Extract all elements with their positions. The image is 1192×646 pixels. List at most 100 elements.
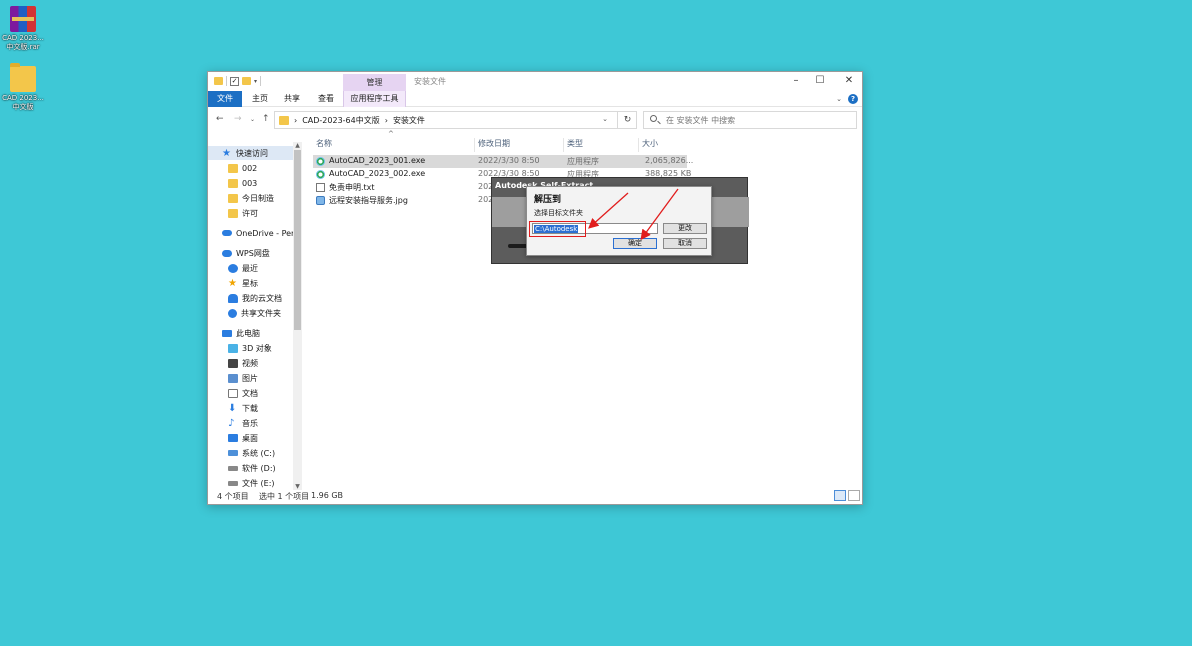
sidebar-item-label: OneDrive - Pers bbox=[236, 228, 299, 238]
refresh-icon[interactable]: ↻ bbox=[617, 111, 637, 129]
download-icon: ⬇ bbox=[228, 402, 237, 414]
shared-folder-icon bbox=[228, 308, 237, 318]
sidebar-item[interactable]: 文档 bbox=[208, 386, 293, 400]
column-header-name[interactable]: 名称 bbox=[316, 138, 332, 152]
up-arrow-icon[interactable]: ↑ bbox=[262, 114, 270, 124]
search-box[interactable] bbox=[643, 111, 857, 129]
scrollbar-thumb[interactable] bbox=[294, 150, 301, 330]
sidebar-item[interactable]: 共享文件夹 bbox=[208, 306, 293, 320]
this-pc-icon bbox=[222, 329, 232, 337]
sort-caret-icon: ^ bbox=[388, 130, 394, 138]
tab-share[interactable]: 共享 bbox=[278, 91, 306, 107]
help-icon[interactable]: ? bbox=[848, 94, 858, 104]
tab-file[interactable]: 文件 bbox=[208, 91, 242, 107]
file-name: AutoCAD_2023_002.exe bbox=[329, 169, 426, 178]
folder-icon bbox=[10, 63, 36, 92]
sidebar-item-label: 快速访问 bbox=[236, 148, 268, 158]
scroll-up-icon[interactable]: ▲ bbox=[293, 142, 302, 149]
sidebar-item[interactable]: 003 bbox=[208, 176, 293, 190]
maximize-button[interactable]: ☐ bbox=[806, 74, 834, 88]
tab-view[interactable]: 查看 bbox=[312, 91, 340, 107]
sidebar-item[interactable]: ★ 快速访问 bbox=[208, 146, 293, 160]
winrar-archive-icon bbox=[10, 6, 36, 32]
sidebar-item-label: 3D 对象 bbox=[242, 343, 272, 353]
sidebar-item[interactable]: WPS网盘 bbox=[208, 246, 293, 260]
navigation-pane: ★ 快速访问 002 003 今日制造 许可 OneDrive - Pers WPS网盘 最近 ★… bbox=[208, 142, 302, 490]
folder-icon bbox=[214, 77, 223, 85]
sidebar-item[interactable]: ★ 星标 bbox=[208, 276, 293, 290]
cancel-button[interactable]: 取消 bbox=[663, 238, 707, 249]
explorer-window: ✓ ▾ 管理 安装文件 – ☐ ✕ 文件 主页 共享 查看 应用程序工具 ⌄ ?… bbox=[207, 71, 863, 505]
desktop-icon-label: CAD 2023... bbox=[2, 94, 44, 102]
nav-scrollbar[interactable]: ▲ ▼ bbox=[293, 142, 302, 490]
sidebar-item[interactable]: 桌面 bbox=[208, 431, 293, 445]
details-view-icon[interactable] bbox=[834, 490, 846, 501]
tab-application-tools[interactable]: 应用程序工具 bbox=[343, 91, 406, 107]
customize-qat-icon[interactable]: ▾ bbox=[254, 78, 257, 85]
drive-c-icon bbox=[228, 450, 238, 456]
search-input[interactable] bbox=[666, 114, 851, 126]
file-row[interactable]: AutoCAD_2023_001.exe 2022/3/30 8:50 应用程序 2,… bbox=[313, 155, 693, 168]
properties-icon[interactable]: ✓ bbox=[230, 76, 239, 86]
sidebar-item-label: 桌面 bbox=[242, 433, 258, 443]
folder-icon bbox=[228, 193, 238, 203]
sidebar-item[interactable]: 许可 bbox=[208, 206, 293, 220]
folder-icon bbox=[228, 178, 238, 188]
column-header-date[interactable]: 修改日期 bbox=[478, 138, 510, 152]
sidebar-item-label: 音乐 bbox=[242, 418, 258, 428]
new-folder-icon[interactable] bbox=[242, 77, 251, 85]
breadcrumb-item[interactable]: CAD-2023-64中文版 bbox=[302, 115, 380, 126]
sidebar-item[interactable]: 3D 对象 bbox=[208, 341, 293, 355]
sidebar-item-label: 文档 bbox=[242, 388, 258, 398]
column-header-type[interactable]: 类型 bbox=[567, 138, 583, 152]
music-icon: ♪ bbox=[228, 417, 235, 429]
address-dropdown-icon[interactable]: ⌄ bbox=[602, 115, 608, 123]
tab-manage-context[interactable]: 管理 bbox=[343, 74, 406, 91]
column-header-size[interactable]: 大小 bbox=[642, 138, 658, 152]
address-row: ← → ⌄ ↑ › CAD-2023-64中文版 › 安装文件 ⌄ ↻ bbox=[208, 108, 862, 132]
address-bar[interactable]: › CAD-2023-64中文版 › 安装文件 ⌄ bbox=[274, 111, 637, 129]
sidebar-item[interactable]: 最近 bbox=[208, 261, 293, 275]
sidebar-item[interactable]: ⬇ 下载 bbox=[208, 401, 293, 415]
ribbon-tabs: 文件 主页 共享 查看 应用程序工具 ⌄ ? bbox=[208, 91, 862, 107]
sidebar-item[interactable]: 此电脑 bbox=[208, 326, 293, 340]
item-count: 4 个项目 bbox=[217, 492, 249, 501]
close-button[interactable]: ✕ bbox=[835, 74, 863, 88]
file-size: 2,065,826... bbox=[645, 156, 694, 165]
annotation-highlight-box bbox=[529, 221, 586, 237]
txt-icon bbox=[316, 183, 325, 192]
3d-objects-icon bbox=[228, 343, 238, 353]
sidebar-item-label: 星标 bbox=[242, 278, 258, 288]
desktop-icon-label: 中文版 bbox=[12, 103, 34, 111]
sidebar-item[interactable]: 图片 bbox=[208, 371, 293, 385]
change-button[interactable]: 更改 bbox=[663, 223, 707, 234]
wps-cloud-icon bbox=[222, 249, 232, 257]
sidebar-item[interactable]: 我的云文档 bbox=[208, 291, 293, 305]
recent-dropdown-icon[interactable]: ⌄ bbox=[250, 116, 255, 123]
sidebar-item[interactable]: 视频 bbox=[208, 356, 293, 370]
target-folder-label: 选择目标文件夹 bbox=[534, 209, 583, 217]
desktop-icon-folder[interactable]: CAD 2023... 中文版 bbox=[0, 63, 46, 112]
sidebar-item[interactable]: 系统 (C:) bbox=[208, 446, 293, 460]
window-title: 安装文件 bbox=[414, 77, 446, 86]
large-icons-view-icon[interactable] bbox=[848, 490, 860, 501]
selection-size: 1.96 GB bbox=[311, 491, 344, 500]
sidebar-item[interactable]: 002 bbox=[208, 161, 293, 175]
status-bar: 4 个项目 选中 1 个项目 1.96 GB bbox=[208, 488, 862, 504]
video-icon bbox=[228, 358, 238, 368]
ok-button[interactable]: 确定 bbox=[613, 238, 657, 249]
expand-ribbon-icon[interactable]: ⌄ bbox=[836, 95, 842, 103]
back-arrow-icon[interactable]: ← bbox=[216, 114, 224, 124]
drive-icon bbox=[228, 480, 238, 486]
sidebar-item[interactable]: OneDrive - Pers bbox=[208, 226, 299, 240]
sidebar-item[interactable]: 今日制造 bbox=[208, 191, 293, 205]
desktop-icon-rar[interactable]: CAD 2023... 中文版.rar bbox=[0, 6, 46, 52]
breadcrumb-item[interactable]: 安装文件 bbox=[393, 115, 425, 126]
tab-home[interactable]: 主页 bbox=[246, 91, 274, 107]
sidebar-item[interactable]: 软件 (D:) bbox=[208, 461, 293, 475]
sidebar-item-label: 此电脑 bbox=[236, 328, 260, 338]
forward-arrow-icon[interactable]: → bbox=[234, 114, 242, 124]
search-icon bbox=[650, 115, 657, 122]
sidebar-item[interactable]: ♪ 音乐 bbox=[208, 416, 293, 430]
folder-icon bbox=[228, 163, 238, 173]
